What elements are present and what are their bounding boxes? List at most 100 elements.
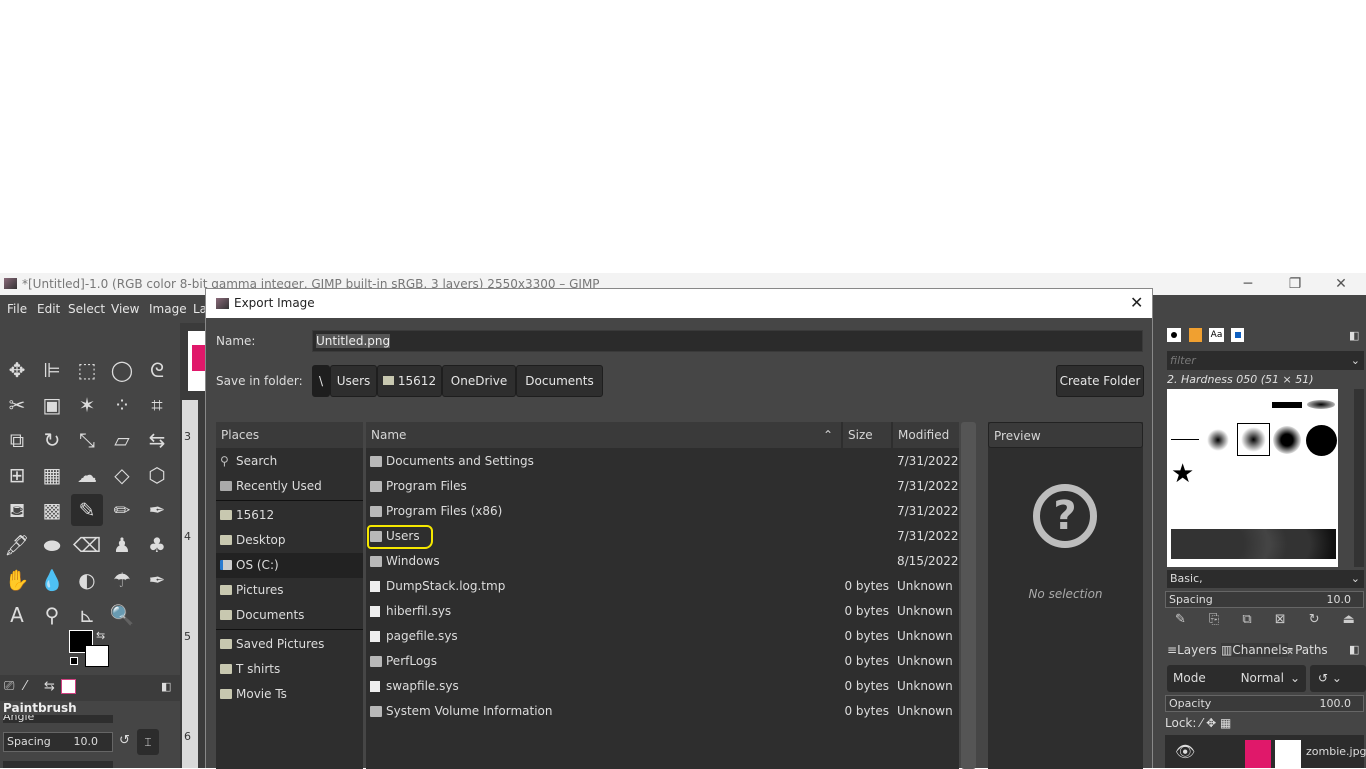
brush-item[interactable] <box>1171 439 1199 440</box>
brush-item-star[interactable]: ★ <box>1171 459 1194 489</box>
panel-menu-icon[interactable]: ◧ <box>161 680 171 693</box>
menu-file[interactable]: File <box>7 302 27 316</box>
measure-tool-icon[interactable]: ⊾ <box>71 599 103 631</box>
lock-position-icon[interactable]: ✥ <box>1206 716 1216 730</box>
link-icon[interactable]: ⌶ <box>137 729 159 755</box>
background-color[interactable] <box>85 645 109 667</box>
shear-tool-icon[interactable]: ▱ <box>106 424 138 456</box>
spacing-field[interactable]: Spacing 10.0 <box>3 732 113 752</box>
handle-transform-tool-icon[interactable]: ◇ <box>106 459 138 491</box>
layer-row[interactable]: 👁 zombie.jpg <box>1165 735 1366 768</box>
menu-image[interactable]: Image <box>149 302 187 316</box>
filename-input[interactable]: Untitled.png <box>312 330 1143 352</box>
swap-colors-icon[interactable]: ⇆ <box>96 629 105 642</box>
eye-icon[interactable]: 👁 <box>1175 742 1195 761</box>
place-item[interactable]: 15612 <box>216 503 363 528</box>
brush-grid[interactable]: ★ <box>1167 389 1338 567</box>
ellipse-select-tool-icon[interactable]: ◯ <box>106 354 138 386</box>
crop-tool-icon[interactable]: ⌗ <box>141 389 173 421</box>
gradient-tool-icon[interactable]: ▩ <box>36 494 68 526</box>
angle-field[interactable]: Angle <box>3 715 113 723</box>
minimize-icon[interactable]: ─ <box>1225 273 1271 295</box>
refresh-icon[interactable]: ↻ <box>1309 612 1320 627</box>
file-list-scrollbar[interactable] <box>961 422 976 769</box>
file-row[interactable]: Documents and Settings 7/31/2022 <box>366 449 959 474</box>
scissors-tool-icon[interactable]: ✂ <box>1 389 33 421</box>
tool-options-tab-icon[interactable]: ⎚ <box>4 679 14 694</box>
rect-select-tool-icon[interactable]: ⬚ <box>71 354 103 386</box>
undo-history-tab-icon[interactable]: ⇆ <box>44 679 55 694</box>
warp-transform-tool-icon[interactable]: ☁ <box>71 459 103 491</box>
brush-item[interactable] <box>1307 400 1335 409</box>
path-documents-button[interactable]: Documents <box>516 365 603 397</box>
layer-mode-select[interactable]: Mode Normal ⌄ <box>1167 665 1306 692</box>
dodge-burn-tool-icon[interactable]: ☂ <box>106 564 138 596</box>
file-row[interactable]: swapfile.sys 0 bytes Unknown <box>366 674 959 699</box>
brush-item[interactable] <box>1306 425 1337 456</box>
lock-alpha-icon[interactable]: ▦ <box>1220 716 1231 730</box>
reset-icon[interactable]: ↺ <box>119 733 130 748</box>
place-item[interactable]: Recently Used <box>216 474 363 499</box>
brush-filter-input[interactable]: filter ⌄ <box>1167 351 1364 370</box>
brush-item[interactable] <box>1272 402 1302 408</box>
place-item[interactable]: Saved Pictures <box>216 632 363 657</box>
tab-paths[interactable]: ⌆Paths <box>1285 643 1328 657</box>
column-name[interactable]: Name ⌃ <box>366 422 841 448</box>
tab-layers[interactable]: ≡Layers <box>1167 643 1217 657</box>
ink-tool-icon[interactable]: 🖋 <box>1 529 33 561</box>
brush-item[interactable] <box>1241 427 1266 452</box>
blur-tool-icon[interactable]: 💧 <box>36 564 68 596</box>
device-status-tab-icon[interactable]: ⁄ <box>24 679 26 694</box>
brushes-tab-icon[interactable] <box>1167 328 1181 342</box>
flip-tool-icon[interactable]: ⇆ <box>141 424 173 456</box>
path-onedrive-button[interactable]: OneDrive <box>442 365 516 397</box>
composite-mode-select[interactable]: ↺ ⌄ <box>1310 665 1366 692</box>
path-users-button[interactable]: Users <box>330 365 377 397</box>
place-item[interactable]: OS (C:) <box>216 553 363 578</box>
document-history-tab-icon[interactable] <box>1231 328 1244 342</box>
panel-menu-icon[interactable]: ◧ <box>1349 329 1359 342</box>
cage-transform-tool-icon[interactable]: ⊞ <box>1 459 33 491</box>
hardness-field[interactable] <box>3 761 113 768</box>
text-tool-icon[interactable]: A <box>1 599 33 631</box>
pencil-tool-icon[interactable]: ✏ <box>106 494 138 526</box>
perspective-tool-icon[interactable]: ▦ <box>36 459 68 491</box>
free-select-tool-icon[interactable]: ᘓ <box>141 354 173 386</box>
foreground-select-tool-icon[interactable]: ▣ <box>36 389 68 421</box>
dialog-close-icon[interactable]: ✕ <box>1130 293 1143 312</box>
brush-item[interactable] <box>1171 529 1336 559</box>
panel-menu-icon[interactable]: ◧ <box>1349 643 1359 656</box>
place-item[interactable]: Pictures <box>216 578 363 603</box>
fuzzy-select-tool-icon[interactable]: ✶ <box>71 389 103 421</box>
brush-item[interactable] <box>1207 429 1229 451</box>
file-row[interactable]: Users 7/31/2022 <box>366 524 959 549</box>
unified-transform-tool-icon[interactable]: ⧉ <box>1 424 33 456</box>
path-root-button[interactable]: \ <box>312 365 330 397</box>
bucket-fill-tool-icon[interactable]: ⛾ <box>1 494 33 526</box>
brush-item[interactable] <box>1273 426 1301 454</box>
scale-tool-icon[interactable]: ⤡ <box>71 424 103 456</box>
align-tool-icon[interactable]: ⊫ <box>36 354 68 386</box>
duplicate-brush-icon[interactable]: ⧉ <box>1242 612 1251 627</box>
3d-transform-tool-icon[interactable]: ⬡ <box>141 459 173 491</box>
file-row[interactable]: hiberfil.sys 0 bytes Unknown <box>366 599 959 624</box>
clone-tool-icon[interactable]: ♟ <box>106 529 138 561</box>
brush-scrollbar[interactable] <box>1354 389 1364 567</box>
edit-brush-icon[interactable]: ✎ <box>1175 612 1186 627</box>
heal-tool-icon[interactable]: ♣ <box>141 529 173 561</box>
restore-icon[interactable]: ❐ <box>1272 273 1318 295</box>
place-item[interactable]: Desktop <box>216 528 363 553</box>
by-color-select-tool-icon[interactable]: ⁘ <box>106 389 138 421</box>
open-as-image-icon[interactable]: ⏏ <box>1343 612 1355 627</box>
paintbrush-tool-icon[interactable]: ✎ <box>71 494 103 526</box>
eraser-tool-icon[interactable]: ⌫ <box>71 529 103 561</box>
brush-preset-select[interactable]: Basic, ⌄ <box>1167 570 1364 588</box>
path-tool-icon[interactable]: ✒ <box>141 564 173 596</box>
delete-brush-icon[interactable]: ⊠ <box>1275 612 1286 627</box>
color-picker-tool-icon[interactable]: ⚲ <box>36 599 68 631</box>
default-colors-icon[interactable] <box>70 657 78 665</box>
column-size[interactable]: Size <box>843 422 891 448</box>
images-tab-icon[interactable] <box>61 679 76 694</box>
patterns-tab-icon[interactable] <box>1189 328 1202 342</box>
rotate-tool-icon[interactable]: ↻ <box>36 424 68 456</box>
